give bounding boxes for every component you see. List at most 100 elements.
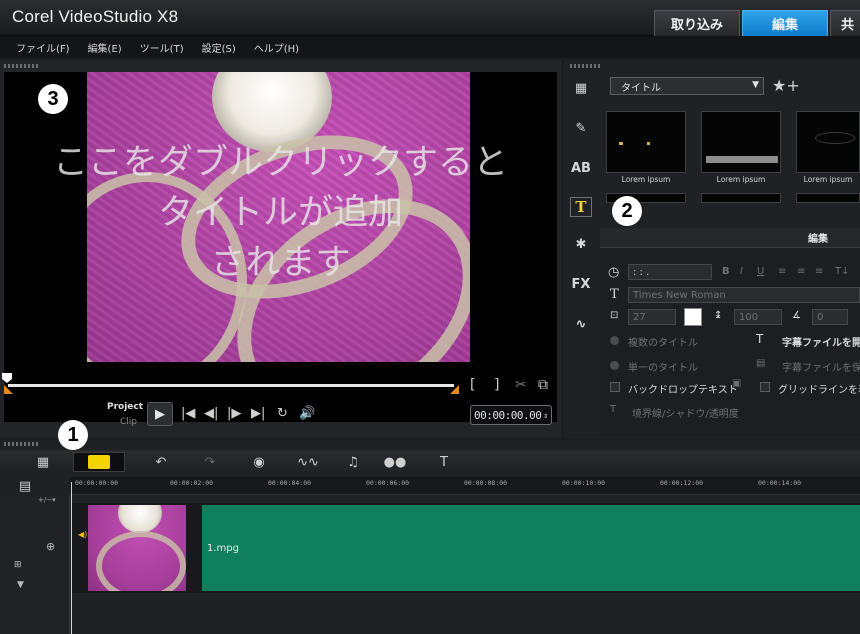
preview-screen[interactable]: ここをダブルクリックすると タイトルが追加 されます xyxy=(4,72,557,422)
video-clip[interactable] xyxy=(202,505,860,591)
save-subtitle-icon[interactable]: ▤ xyxy=(756,358,765,369)
add-favorite-icon[interactable]: ★+ xyxy=(772,76,800,95)
align-right-icon[interactable]: ≡ xyxy=(815,266,823,277)
gridlines-label: グリッドラインを表示 xyxy=(778,385,860,396)
timecode-display[interactable]: 00:00:00.00 ⇕ xyxy=(470,405,552,425)
graphic-icon[interactable]: ✱ xyxy=(570,234,592,254)
border-shadow-icon[interactable]: T xyxy=(610,404,616,415)
save-subtitle-button[interactable]: 字幕ファイルを保存 xyxy=(782,359,860,374)
track-options-icon[interactable]: ⊞ xyxy=(14,560,22,570)
font-icon: T xyxy=(610,287,619,302)
playhead[interactable] xyxy=(71,482,72,634)
media-icon[interactable]: ▦ xyxy=(570,78,592,98)
align-center-icon[interactable]: ≡ xyxy=(797,266,805,277)
title-icon[interactable]: T xyxy=(570,197,592,217)
ruler-label: 00:00:04:00 xyxy=(268,479,312,487)
enlarge-icon[interactable]: ⧉ xyxy=(538,377,548,393)
timeline-view-button[interactable] xyxy=(73,452,125,472)
scrub-bar[interactable] xyxy=(8,384,454,387)
title-thumbnail[interactable] xyxy=(796,111,860,173)
menu-edit[interactable]: 編集(E) xyxy=(88,40,122,55)
angle-field[interactable]: 0 xyxy=(812,309,848,325)
chevron-down-icon: ▼ xyxy=(752,80,759,90)
italic-icon[interactable]: I xyxy=(740,266,743,277)
thumbnail-label: Lorem ipsum xyxy=(621,175,671,184)
tab-edit[interactable]: 編集 xyxy=(742,10,828,36)
play-button[interactable]: ▶ xyxy=(147,402,173,426)
sound-mixer-icon[interactable]: ∿∿ xyxy=(296,452,320,472)
open-subtitle-button[interactable]: 字幕ファイルを開く xyxy=(782,334,860,349)
title-placeholder-text[interactable]: ここをダブルクリックすると タイトルが追加 されます xyxy=(4,138,557,288)
storyboard-view-icon[interactable]: ▦ xyxy=(30,452,56,472)
backdrop-settings-icon[interactable]: ▣ xyxy=(732,378,741,389)
single-title-radio[interactable] xyxy=(610,361,619,370)
repeat-icon[interactable]: ↻ xyxy=(277,406,288,421)
duration-field[interactable]: : : . xyxy=(628,264,712,280)
chevron-down-icon[interactable]: ▼ xyxy=(17,580,24,590)
auto-music-icon[interactable]: ♫ xyxy=(342,452,364,472)
filter-icon[interactable]: FX xyxy=(570,274,592,294)
font-select[interactable]: Times New Roman xyxy=(628,287,860,303)
bold-icon[interactable]: B xyxy=(722,266,730,277)
title-thumbnail[interactable] xyxy=(606,111,686,173)
timecode-value: 00:00:00.00 xyxy=(474,408,542,422)
menu-tools[interactable]: ツール(T) xyxy=(140,40,184,55)
thumbnail-label: Lorem ipsum xyxy=(716,175,766,184)
next-frame-icon[interactable]: |▶ xyxy=(227,406,241,421)
mark-out-icon[interactable]: ] xyxy=(494,377,499,393)
home-icon[interactable]: |◀ xyxy=(181,406,195,421)
backdrop-checkbox[interactable] xyxy=(610,382,620,392)
border-shadow-button[interactable]: 境界線/シャドウ/透明度 xyxy=(632,405,739,420)
undo-icon[interactable]: ↶ xyxy=(150,452,172,472)
instant-project-icon[interactable]: ✎ xyxy=(570,118,592,138)
motion-tracking-icon[interactable]: ●● xyxy=(384,452,407,472)
line-spacing-icon: ↨ xyxy=(714,310,723,321)
tab-capture[interactable]: 取り込み xyxy=(654,10,740,36)
title-thumbnail[interactable] xyxy=(796,193,860,203)
menu-settings[interactable]: 設定(S) xyxy=(202,40,236,55)
align-left-icon[interactable]: ≡ xyxy=(778,266,786,277)
vertical-text-icon[interactable]: T↓ xyxy=(835,266,850,277)
record-capture-icon[interactable]: ◉ xyxy=(248,452,270,472)
open-subtitle-icon[interactable]: T xyxy=(756,332,763,346)
timeline-toolbar xyxy=(0,450,860,474)
subtitle-editor-icon[interactable]: T xyxy=(433,452,455,472)
cut-icon[interactable]: ✂ xyxy=(515,377,527,393)
volume-icon[interactable]: 🔊 xyxy=(299,406,315,421)
track-manager-icon[interactable]: ▤ xyxy=(14,478,36,494)
ruler-label: 00:00:10:00 xyxy=(562,479,606,487)
ruler-label: 00:00:12:00 xyxy=(660,479,704,487)
transition-icon[interactable]: AB xyxy=(570,158,592,178)
mark-in-icon[interactable]: [ xyxy=(470,377,475,393)
line-spacing-field[interactable]: 100 xyxy=(734,309,782,325)
panel-grip[interactable] xyxy=(4,442,38,446)
tab-share[interactable]: 共 xyxy=(830,10,860,36)
timecode-spinner-icon[interactable]: ⇕ xyxy=(543,411,548,420)
clip-thumbnail[interactable] xyxy=(88,505,186,591)
project-mode-label[interactable]: Project xyxy=(107,402,143,412)
gridlines-checkbox[interactable] xyxy=(760,382,770,392)
font-size-field[interactable]: 27 xyxy=(628,309,676,325)
end-icon[interactable]: ▶| xyxy=(251,406,265,421)
title-thumbnail[interactable] xyxy=(701,111,781,173)
title-thumbnail[interactable] xyxy=(701,193,781,203)
previous-frame-icon[interactable]: ◀| xyxy=(204,406,218,421)
clip-mode-label[interactable]: Clip xyxy=(120,417,137,427)
title-category-select[interactable]: タイトル ▼ xyxy=(610,77,764,95)
panel-grip[interactable] xyxy=(570,64,602,68)
tab-edit-options[interactable]: 編集 xyxy=(600,228,860,248)
ruler-label: 00:00:00:00 xyxy=(75,479,119,487)
step-badge-2: 2 xyxy=(612,196,642,226)
ruler-label: 00:00:14:00 xyxy=(758,479,802,487)
underline-icon[interactable]: U xyxy=(757,266,764,277)
multi-title-radio[interactable] xyxy=(610,336,619,345)
menu-file[interactable]: ファイル(F) xyxy=(16,40,70,55)
font-color-swatch[interactable] xyxy=(684,308,702,326)
redo-icon[interactable]: ↷ xyxy=(199,452,221,472)
zoom-control-icon[interactable]: +/−▾ xyxy=(38,496,56,504)
menu-help[interactable]: ヘルプ(H) xyxy=(254,40,299,55)
panel-grip[interactable] xyxy=(4,64,38,68)
backdrop-label: バックドロップテキスト xyxy=(628,385,738,396)
menu-bar: ファイル(F) 編集(E) ツール(T) 設定(S) ヘルプ(H) xyxy=(0,36,860,58)
path-icon[interactable]: ∿ xyxy=(570,314,592,334)
